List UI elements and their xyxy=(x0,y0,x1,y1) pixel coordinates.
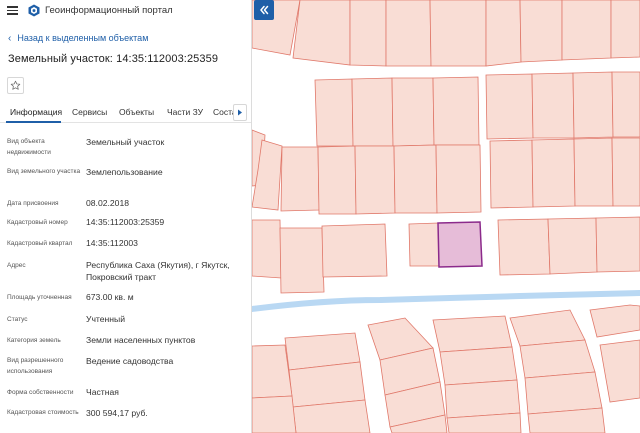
land-parcel[interactable] xyxy=(485,0,522,67)
property-label: Категория земель xyxy=(7,337,61,344)
land-parcel[interactable] xyxy=(314,78,354,147)
land-parcel[interactable] xyxy=(573,137,614,207)
collapse-panel-button[interactable] xyxy=(254,0,274,20)
land-parcel[interactable] xyxy=(321,223,388,278)
tabs-scroll-right-button[interactable] xyxy=(233,104,247,121)
land-parcel[interactable] xyxy=(252,344,293,399)
property-label: Форма собственности xyxy=(7,389,74,396)
top-bar: Геоинформационный портал xyxy=(0,0,251,22)
property-value: Землепользование xyxy=(86,167,163,177)
land-parcel[interactable] xyxy=(279,227,325,294)
land-parcel[interactable] xyxy=(611,137,640,207)
favorite-star-button[interactable] xyxy=(7,77,24,94)
property-label: Площадь уточненная xyxy=(7,294,72,301)
property-value: 14:35:112003:25359 xyxy=(86,217,165,227)
back-to-selection-link[interactable]: ‹ Назад к выделенным объектам xyxy=(8,33,148,44)
chevron-left-icon: ‹ xyxy=(8,33,12,44)
star-icon xyxy=(10,80,21,90)
land-parcel[interactable] xyxy=(385,0,432,67)
property-value: Частная xyxy=(86,387,119,397)
property-value: Республика Саха (Якутия), г Якутск, Покр… xyxy=(86,260,230,282)
portal-logo-icon xyxy=(28,4,40,17)
land-parcel[interactable] xyxy=(519,339,596,379)
property-label: Вид земельного участка xyxy=(7,168,81,175)
land-parcel[interactable] xyxy=(485,73,534,140)
land-parcel[interactable] xyxy=(252,395,297,433)
property-value: 673.00 кв. м xyxy=(86,292,134,302)
land-parcel[interactable] xyxy=(317,145,357,215)
selected-parcel[interactable] xyxy=(437,221,483,268)
property-value: 14:35:112003 xyxy=(86,238,138,248)
land-parcel[interactable] xyxy=(572,71,614,139)
active-tab-indicator xyxy=(6,121,61,123)
land-parcel[interactable] xyxy=(349,0,387,67)
back-link-label: Назад к выделенным объектам xyxy=(17,33,149,43)
map-canvas[interactable] xyxy=(252,0,640,433)
tab-objects[interactable]: Объекты xyxy=(119,107,154,117)
land-parcel[interactable] xyxy=(519,0,563,63)
parcel-layer xyxy=(252,0,640,433)
property-value: Земельный участок xyxy=(86,137,165,147)
land-parcel[interactable] xyxy=(391,77,435,147)
app-title: Геоинформационный портал xyxy=(45,5,173,16)
property-label: Вид объекта недвижимости xyxy=(7,138,51,156)
info-panel: Геоинформационный портал ‹ Назад к выделе… xyxy=(0,0,252,433)
land-parcel[interactable] xyxy=(589,304,640,338)
land-parcel[interactable] xyxy=(531,138,576,208)
land-parcel[interactable] xyxy=(354,145,396,215)
land-parcel[interactable] xyxy=(408,222,440,267)
property-label: Статус xyxy=(7,316,28,323)
land-parcel[interactable] xyxy=(432,76,480,146)
land-parcel[interactable] xyxy=(432,315,513,353)
property-label: Кадастровый квартал xyxy=(7,240,73,247)
double-chevron-left-icon xyxy=(260,5,269,15)
land-parcel[interactable] xyxy=(292,0,351,66)
land-parcel[interactable] xyxy=(595,216,640,273)
property-label: Кадастровый номер xyxy=(7,219,68,226)
caret-right-icon xyxy=(238,109,242,116)
land-parcel[interactable] xyxy=(611,71,640,138)
land-parcel[interactable] xyxy=(288,361,366,408)
app-root: Геоинформационный портал ‹ Назад к выделе… xyxy=(0,0,640,433)
property-value: Учтенный xyxy=(86,314,126,324)
land-parcel[interactable] xyxy=(547,217,598,275)
hamburger-icon[interactable] xyxy=(7,6,18,15)
land-parcel[interactable] xyxy=(439,346,518,386)
land-parcel[interactable] xyxy=(252,219,282,279)
property-value: Ведение садоводства xyxy=(86,356,174,366)
land-parcel[interactable] xyxy=(561,0,612,61)
property-value: 08.02.2018 xyxy=(86,198,130,208)
land-parcel[interactable] xyxy=(444,379,521,419)
tab-parts[interactable]: Части ЗУ xyxy=(167,107,203,117)
land-parcel[interactable] xyxy=(489,139,534,209)
property-label: Адрес xyxy=(7,262,26,269)
river xyxy=(252,290,640,312)
land-parcel[interactable] xyxy=(393,144,438,214)
property-label: Вид разрешенного использования xyxy=(7,357,64,375)
land-parcel[interactable] xyxy=(531,72,575,139)
land-parcel[interactable] xyxy=(524,371,603,415)
tab-information[interactable]: Информация xyxy=(10,107,62,117)
cadastral-map[interactable] xyxy=(252,0,640,433)
page-title: Земельный участок: 14:35:112003:25359 xyxy=(8,53,219,65)
tab-services[interactable]: Сервисы xyxy=(72,107,107,117)
tab-bar: Информация Сервисы Объекты Части ЗУ Сост… xyxy=(0,103,251,123)
land-parcel[interactable] xyxy=(429,0,487,67)
land-parcel[interactable] xyxy=(351,77,394,147)
land-parcel[interactable] xyxy=(599,339,640,403)
land-parcel[interactable] xyxy=(435,144,482,214)
property-label: Дата присвоения xyxy=(7,200,59,207)
property-label: Кадастровая стоимость xyxy=(7,409,79,416)
property-value: 300 594,17 руб. xyxy=(86,408,148,418)
land-parcel[interactable] xyxy=(509,309,586,347)
land-parcel[interactable] xyxy=(497,218,551,276)
land-parcel[interactable] xyxy=(280,146,320,212)
land-parcel[interactable] xyxy=(610,0,640,59)
property-value: Земли населенных пунктов xyxy=(86,335,196,345)
